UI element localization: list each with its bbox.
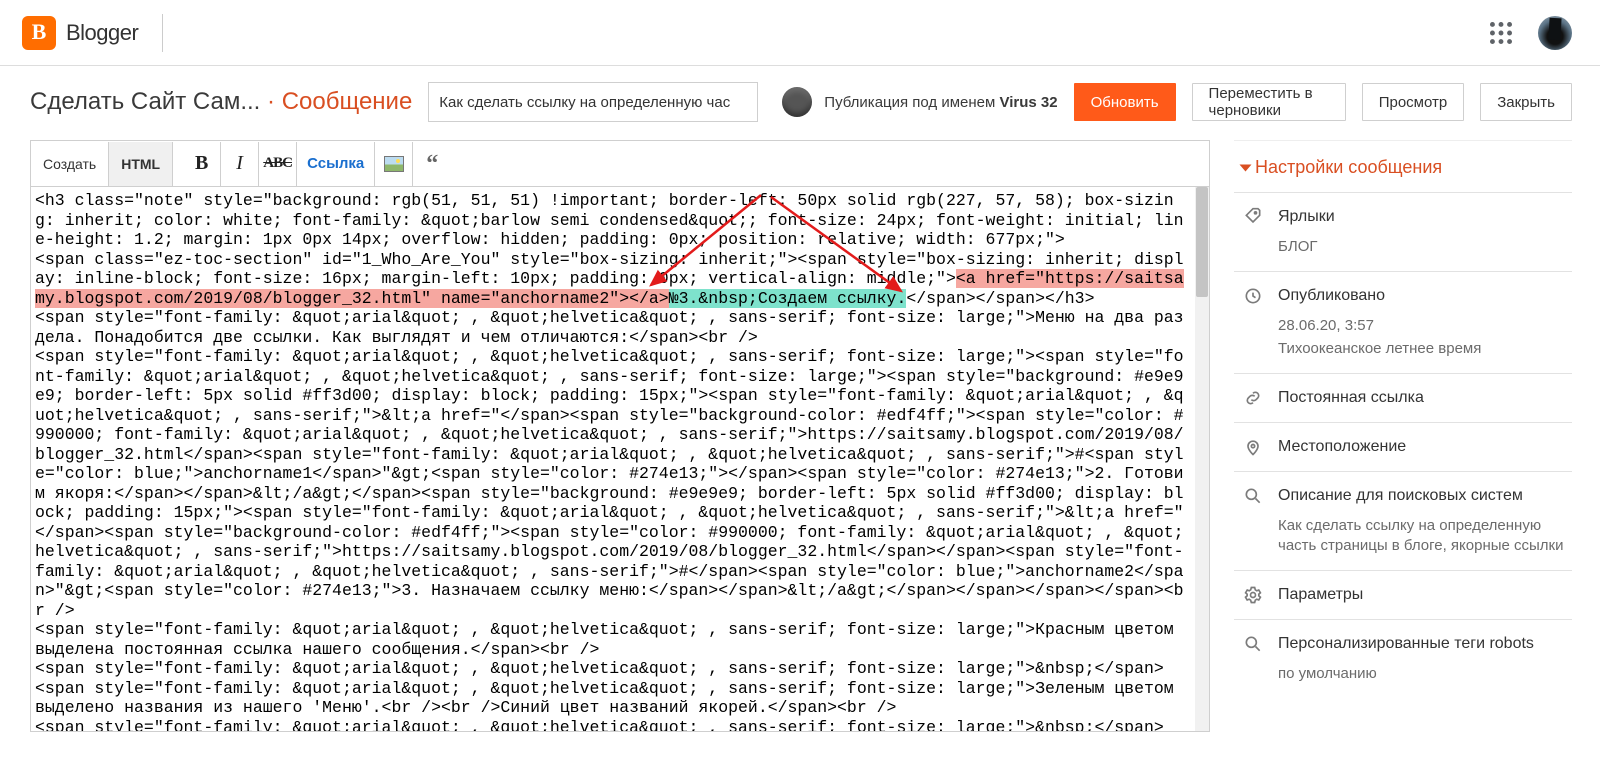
editor-column: Создать HTML B I ABC Ссылка “ <h3 class=… [30,140,1210,732]
publisher-text: Публикация под именем Virus 32 [824,94,1057,111]
editor-toolbar: Создать HTML B I ABC Ссылка “ [30,140,1210,186]
close-button[interactable]: Закрыть [1480,83,1572,121]
header-divider [162,14,163,52]
strike-button[interactable]: ABC [259,142,297,186]
sidebar-item-seo[interactable]: Описание для поисковых систем Как сделат… [1234,471,1572,571]
tab-compose[interactable]: Создать [31,142,109,186]
insert-image-button[interactable] [375,142,413,186]
post-settings-sidebar: Настройки сообщения Ярлыки БЛОГ Опублико… [1234,140,1572,699]
clock-icon [1242,286,1264,306]
sidebar-item-location[interactable]: Местоположение [1234,422,1572,471]
sidebar-item-published[interactable]: Опубликовано 28.06.20, 3:57 Тихоокеанско… [1234,271,1572,373]
preview-button[interactable]: Просмотр [1362,83,1465,121]
user-avatar[interactable] [1538,16,1572,50]
publisher-avatar-icon [782,87,812,117]
insert-quote-button[interactable]: “ [413,142,451,186]
sidebar-item-robots[interactable]: Персонализированные теги robots по умолч… [1234,619,1572,698]
highlight-anchor-text: №3.&nbsp;Создаем ссылку. [669,289,907,308]
seo-value: Как сделать ссылку на определенную часть… [1278,516,1566,557]
scrollbar-track[interactable] [1195,187,1209,731]
gear-icon [1242,585,1264,605]
sidebar-item-options[interactable]: Параметры [1234,570,1572,619]
search-icon [1242,634,1264,654]
labels-value: БЛОГ [1278,237,1566,257]
scrollbar-thumb[interactable] [1196,187,1208,297]
insert-link-button[interactable]: Ссылка [297,142,375,186]
brand-text: Blogger [66,20,138,46]
breadcrumb-blog[interactable]: Сделать Сайт Сам... [30,88,260,115]
italic-button[interactable]: I [221,142,259,186]
italic-icon: I [236,152,243,175]
brand[interactable]: B Blogger [22,16,138,50]
action-bar: Сделать Сайт Сам... · Сообщение Как сдел… [0,66,1600,138]
sidebar-item-permalink[interactable]: Постоянная ссылка [1234,373,1572,422]
bold-button[interactable]: B [183,142,221,186]
breadcrumb-post: Сообщение [282,88,413,115]
blogger-logo-icon: B [22,16,56,50]
code-editor[interactable]: <h3 class="note" style="background: rgb(… [30,186,1210,732]
quote-icon: “ [426,158,438,170]
image-icon [384,156,404,172]
location-pin-icon [1242,437,1264,457]
code-content[interactable]: <h3 class="note" style="background: rgb(… [31,187,1195,731]
sidebar-item-labels[interactable]: Ярлыки БЛОГ [1234,192,1572,271]
tab-html[interactable]: HTML [109,142,173,186]
mode-switcher: Создать HTML [31,142,173,186]
sidebar-title[interactable]: Настройки сообщения [1234,141,1572,192]
publisher-info: Публикация под именем Virus 32 [782,87,1057,117]
update-button[interactable]: Обновить [1074,83,1176,121]
app-header: B Blogger [0,0,1600,66]
search-icon [1242,486,1264,506]
caret-down-icon [1240,164,1252,171]
published-date: 28.06.20, 3:57 [1278,316,1566,336]
tag-icon [1242,207,1264,227]
published-tz: Тихоокеанское летнее время [1278,339,1566,359]
bold-icon: B [195,152,208,175]
post-title-input[interactable]: Как сделать ссылку на определенную час [428,82,758,122]
breadcrumb-sep: · [267,88,275,115]
move-to-drafts-button[interactable]: Переместить в черновики [1192,83,1346,121]
strikethrough-icon: ABC [263,155,292,172]
robots-value: по умолчанию [1278,664,1566,684]
link-icon [1242,388,1264,408]
breadcrumb: Сделать Сайт Сам... · Сообщение [30,88,412,116]
google-apps-icon[interactable] [1490,22,1512,44]
